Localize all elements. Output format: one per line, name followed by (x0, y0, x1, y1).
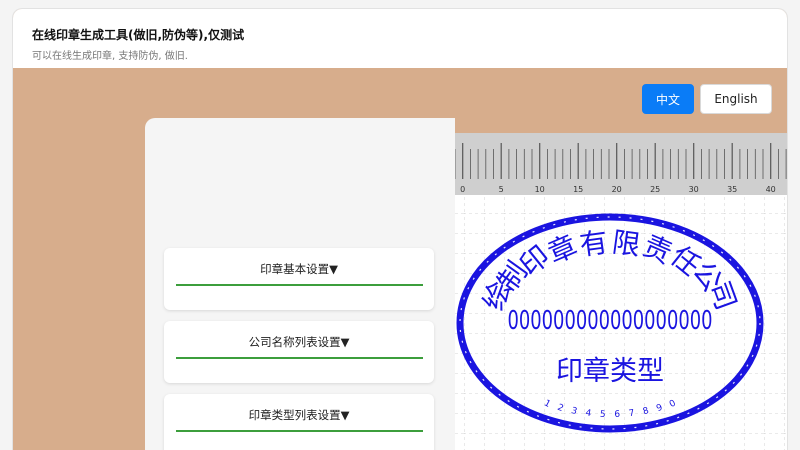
stamp-type-text: 印章类型 (556, 356, 664, 387)
app-frame: 在线印章生成工具(做旧,防伪等),仅测试 可以在线生成印章, 支持防伪, 做旧.… (12, 8, 788, 450)
stamp-company-char: 限 (610, 225, 642, 261)
card-divider (176, 284, 423, 286)
stamp-preview-canvas: 0 5 10 15 20 25 30 35 40 绘制印章有 限责任公司 000000000000… (455, 133, 787, 450)
company-list-settings-toggle[interactable]: 公司名称列表设置▼ (164, 334, 434, 350)
card-divider (176, 430, 423, 432)
ruler-label: 5 (499, 185, 504, 194)
ruler-label: 10 (535, 185, 545, 194)
company-list-settings-card: 公司名称列表设置▼ (164, 321, 434, 383)
stamp-type-settings-card: 印章类型列表设置▼ (164, 394, 434, 450)
stamp-serial-char: 5 (600, 410, 606, 420)
stamp-preview: 0 5 10 15 20 25 30 35 40 绘制印章有限责任公司 000000000000… (455, 133, 787, 450)
ruler-label: 0 (460, 185, 465, 194)
ruler-label: 40 (766, 185, 776, 194)
basic-settings-toggle[interactable]: 印章基本设置▼ (164, 261, 434, 277)
card-divider (176, 357, 423, 359)
language-english-button[interactable]: English (700, 84, 772, 114)
language-chinese-button[interactable]: 中文 (642, 84, 694, 114)
page-title: 在线印章生成工具(做旧,防伪等),仅测试 (32, 28, 245, 42)
ruler-label: 25 (650, 185, 660, 194)
stamp-company-char: 有 (578, 225, 610, 261)
basic-settings-card: 印章基本设置▼ (164, 248, 434, 310)
stamp-type-settings-toggle[interactable]: 印章类型列表设置▼ (164, 407, 434, 423)
ruler-label: 30 (689, 185, 699, 194)
ruler-label: 20 (612, 185, 622, 194)
ruler-label: 15 (573, 185, 583, 194)
page-header: 在线印章生成工具(做旧,防伪等),仅测试 可以在线生成印章, 支持防伪, 做旧. (13, 9, 787, 68)
page-subtitle: 可以在线生成印章, 支持防伪, 做旧. (32, 51, 188, 62)
stamp-serial-char: 6 (614, 410, 621, 420)
ruler-label: 35 (727, 185, 737, 194)
stamp-code: 000000000000000000 (508, 306, 713, 336)
settings-panel: 印章基本设置▼ 公司名称列表设置▼ 印章类型列表设置▼ (145, 118, 455, 450)
